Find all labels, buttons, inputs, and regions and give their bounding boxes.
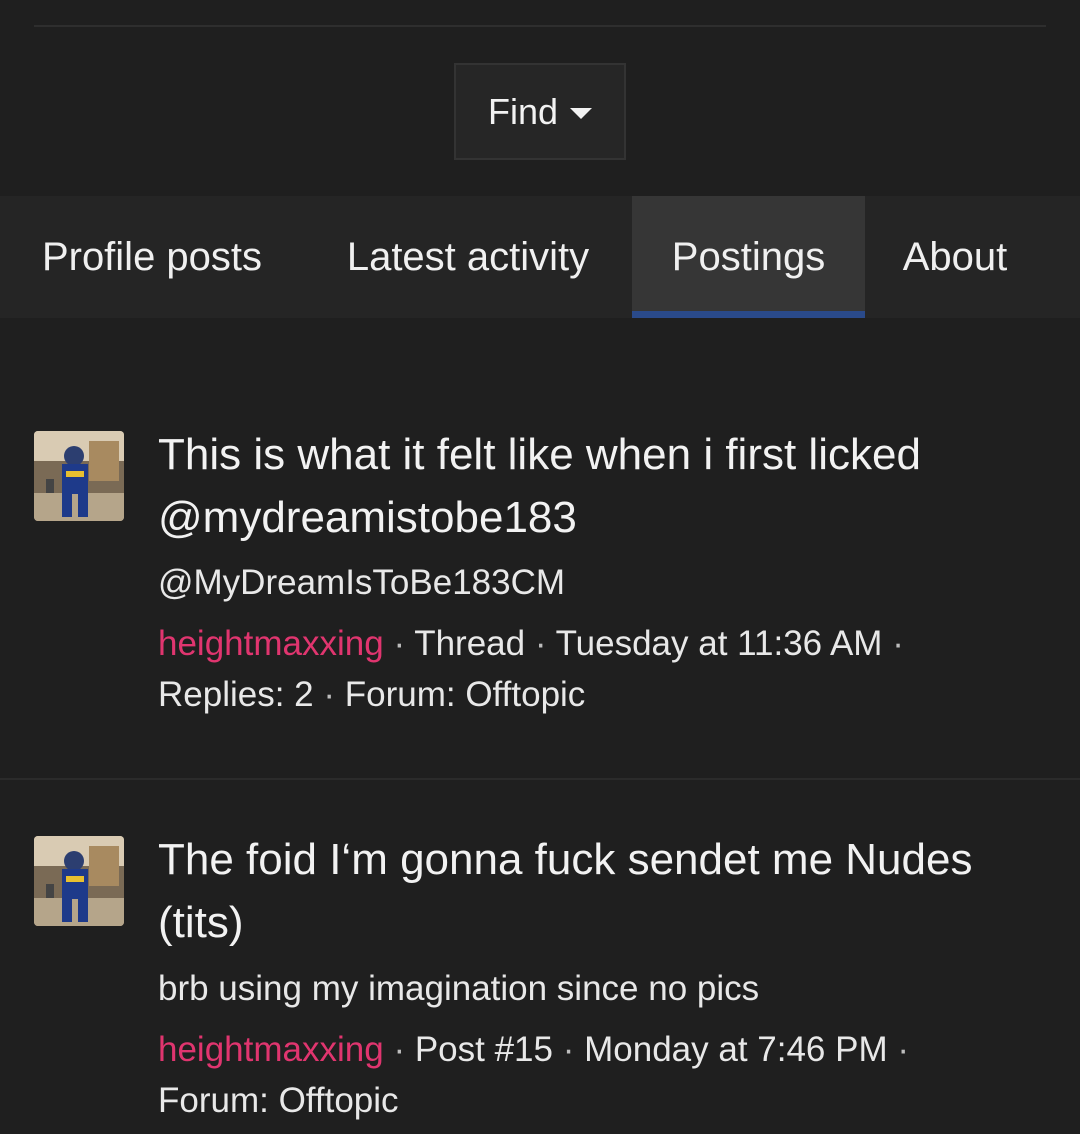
post-date[interactable]: Monday at 7:46 PM: [584, 1030, 888, 1069]
post-title[interactable]: This is what it felt like when i first l…: [158, 423, 1038, 549]
post-snippet: brb using my imagination since no pics: [158, 969, 760, 1008]
post-date[interactable]: Tuesday at 11:36 AM: [556, 624, 883, 663]
post-title-line: The foid I‘m gonna fuck sendet me Nudes: [158, 835, 973, 884]
content-type: Thread: [414, 624, 526, 663]
profile-tabs: Profile posts Latest activity Postings A…: [0, 196, 1080, 318]
tab-label: Postings: [671, 234, 826, 279]
post-title-line: @mydreamistobe183: [158, 493, 577, 542]
author-link[interactable]: heightmaxxing: [158, 624, 384, 663]
content-type[interactable]: Post #15: [415, 1030, 553, 1069]
post-snippet: @MyDreamIsToBe183CM: [158, 563, 566, 602]
post-meta: heightmaxxing · Post #15 · Monday at 7:4…: [158, 1030, 909, 1120]
tab-profile-posts[interactable]: Profile posts: [0, 196, 304, 318]
item-divider: [0, 778, 1080, 780]
caret-down-icon: [570, 108, 593, 119]
forum-link[interactable]: Forum: Offtopic: [158, 1081, 399, 1120]
tab-latest-activity[interactable]: Latest activity: [304, 196, 632, 318]
tab-label: Latest activity: [346, 234, 590, 279]
top-divider: [34, 25, 1046, 27]
forum-link[interactable]: Forum: Offtopic: [345, 675, 586, 714]
post-meta: heightmaxxing · Thread · Tuesday at 11:3…: [158, 624, 904, 714]
tab-label: About: [902, 234, 1008, 279]
post-title-line: (tits): [158, 898, 244, 947]
tab-postings[interactable]: Postings: [632, 196, 865, 318]
find-dropdown-button[interactable]: Find: [454, 63, 626, 160]
user-avatar[interactable]: [34, 836, 124, 926]
post-title-line: This is what it felt like when i first l…: [158, 430, 921, 479]
post-title[interactable]: The foid I‘m gonna fuck sendet me Nudes …: [158, 828, 1038, 954]
tab-label: Profile posts: [41, 234, 263, 279]
reply-count: Replies: 2: [158, 675, 314, 714]
tab-about[interactable]: About: [865, 196, 1045, 318]
user-avatar[interactable]: [34, 431, 124, 521]
author-link[interactable]: heightmaxxing: [158, 1030, 384, 1069]
find-label: Find: [487, 90, 559, 132]
